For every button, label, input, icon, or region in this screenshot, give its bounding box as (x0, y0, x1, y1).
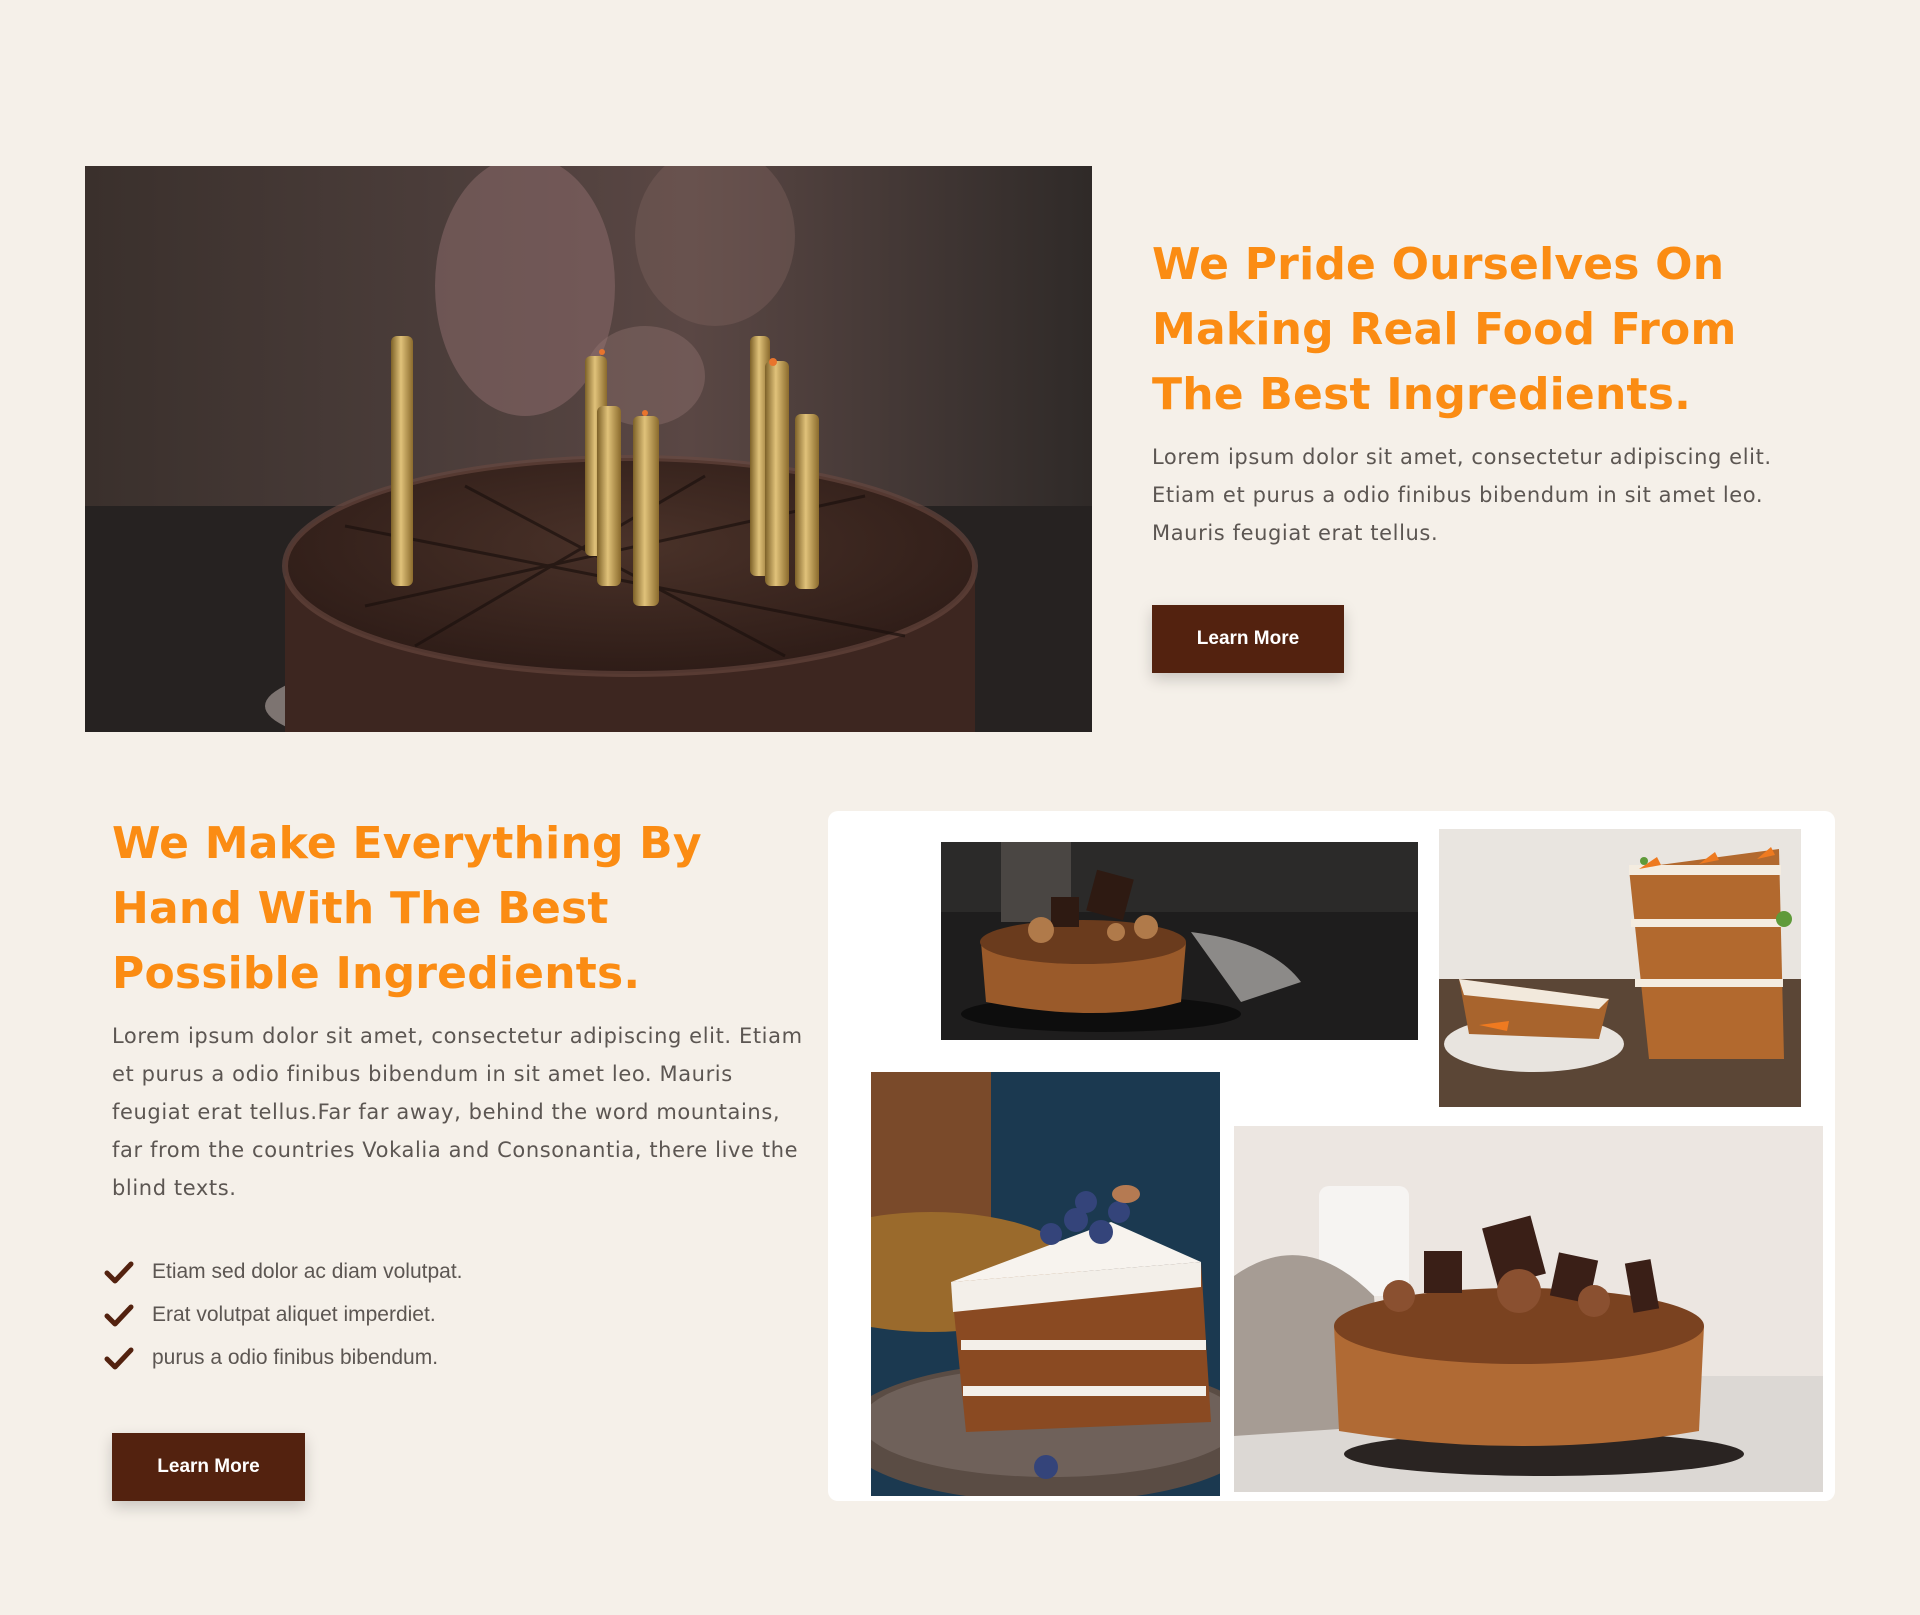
gallery-image-carrot-cake-slices (1439, 829, 1801, 1107)
pride-body: Lorem ipsum dolor sit amet, consectetur … (1152, 445, 1772, 545)
check-icon (104, 1304, 134, 1326)
checklist-item: purus a odio finibus bibendum. (104, 1336, 463, 1379)
checklist-item-text: Etiam sed dolor ac diam volutpat. (152, 1259, 463, 1283)
handmade-text-block: We Make Everything By Hand With The Best… (112, 811, 812, 1207)
feature-checklist: Etiam sed dolor ac diam volutpat. Erat v… (104, 1250, 463, 1379)
birthday-cake-image (85, 166, 1092, 732)
check-icon (104, 1347, 134, 1369)
checklist-item: Etiam sed dolor ac diam volutpat. (104, 1250, 463, 1293)
gallery-image-chocolate-truffle-cake (941, 842, 1418, 1040)
gallery-image-cake-slice-blueberries (871, 1072, 1220, 1496)
pride-text-block: We Pride Ourselves On Making Real Food F… (1152, 232, 1842, 552)
learn-more-button[interactable]: Learn More (1152, 605, 1344, 673)
check-icon (104, 1261, 134, 1283)
learn-more-button[interactable]: Learn More (112, 1433, 305, 1501)
handmade-heading: We Make Everything By Hand With The Best… (112, 818, 702, 999)
checklist-item-text: purus a odio finibus bibendum. (152, 1345, 439, 1369)
pride-heading: We Pride Ourselves On Making Real Food F… (1152, 239, 1737, 420)
handmade-body: Lorem ipsum dolor sit amet, consectetur … (112, 1024, 803, 1200)
checklist-item: Erat volutpat aliquet imperdiet. (104, 1293, 463, 1336)
cake-gallery (828, 811, 1835, 1501)
gallery-image-chocolate-crumb-cake (1234, 1126, 1823, 1492)
checklist-item-text: Erat volutpat aliquet imperdiet. (152, 1302, 436, 1326)
